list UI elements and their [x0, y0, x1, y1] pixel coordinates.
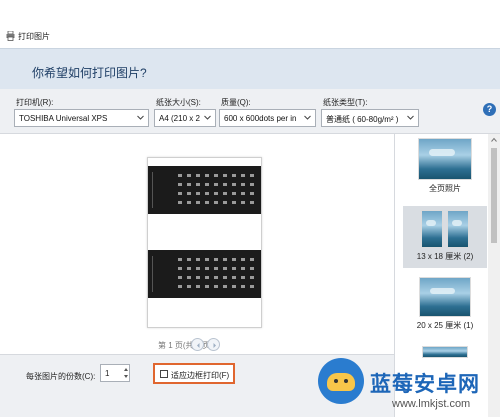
chevron-right-icon [213, 343, 216, 348]
paper-type-label: 纸张类型(T): [323, 98, 368, 107]
chevron-down-icon [407, 115, 414, 120]
next-page-button[interactable] [207, 338, 220, 351]
help-icon[interactable]: ? [483, 103, 496, 116]
paper-size-select[interactable]: A4 (210 x 2 [154, 109, 216, 127]
layout-label: 13 x 18 厘米 (2) [416, 252, 474, 261]
copies-value: 1 [105, 369, 110, 378]
layout-thumbnail [418, 138, 472, 180]
layout-scrollbar[interactable] [488, 134, 500, 417]
watermark-logo [318, 358, 364, 404]
checkbox-box[interactable] [160, 370, 168, 378]
chevron-left-icon [197, 343, 200, 348]
fit-to-frame-label: 适应边框打印(F) [171, 371, 230, 380]
layout-thumb-part [447, 210, 469, 248]
chevron-down-icon [304, 115, 311, 120]
printer-label: 打印机(R): [16, 98, 54, 107]
quality-select[interactable]: 600 x 600dots per in [219, 109, 316, 127]
scroll-up-icon[interactable] [491, 137, 497, 143]
preview-page [147, 157, 262, 328]
header-banner: 你希望如何打印图片? [0, 48, 500, 89]
previous-page-button[interactable] [191, 338, 204, 351]
layout-thumbnail [419, 277, 471, 317]
copies-label: 每张图片的份数(C): [26, 372, 96, 381]
paper-type-select[interactable]: 普通纸 ( 60-80g/m² ) [321, 109, 419, 127]
printer-select[interactable]: TOSHIBA Universal XPS [14, 109, 149, 127]
fit-to-frame-checkbox[interactable]: 适应边框打印(F) [153, 363, 235, 384]
layout-thumbnail [422, 346, 468, 358]
layout-item-partial[interactable] [403, 346, 487, 366]
title-bar: 打印图片 [0, 0, 500, 48]
paper-type-value: 普通纸 ( 60-80g/m² ) [326, 115, 399, 124]
layout-item-20x25[interactable]: 20 x 25 厘米 (1) [403, 274, 487, 336]
quality-label: 质量(Q): [221, 98, 251, 107]
window-top-strip [0, 0, 500, 18]
printer-icon [6, 31, 15, 41]
preview-photo [148, 250, 261, 298]
watermark-mascot [327, 373, 355, 391]
page-title: 你希望如何打印图片? [32, 66, 147, 80]
chevron-down-icon [137, 115, 144, 120]
layout-label: 全页照片 [429, 184, 461, 193]
layout-item-13x18[interactable]: 13 x 18 厘米 (2) [403, 206, 487, 268]
preview-photo [148, 166, 261, 214]
photo-grid [176, 172, 256, 207]
copies-stepper[interactable]: 1 [100, 364, 130, 382]
paper-size-label: 纸张大小(S): [156, 98, 201, 107]
layout-label: 20 x 25 厘米 (1) [416, 321, 474, 330]
photo-grid [176, 256, 256, 291]
layout-item-full-page[interactable]: 全页照片 [403, 136, 487, 198]
chevron-down-icon [204, 115, 211, 120]
watermark-title: 蓝莓安卓网 [370, 373, 480, 396]
window-title: 打印图片 [18, 32, 50, 41]
print-options-toolbar: 打印机(R): TOSHIBA Universal XPS 纸张大小(S): A… [0, 89, 500, 134]
layout-thumb-part [421, 210, 443, 248]
photo-detail [152, 256, 168, 292]
photo-detail [152, 172, 168, 208]
quality-value: 600 x 600dots per in [224, 114, 297, 123]
scrollbar-thumb[interactable] [491, 148, 497, 243]
layout-thumbnail [403, 206, 487, 248]
paper-size-value: A4 (210 x 2 [159, 114, 200, 123]
spin-arrows-icon[interactable] [123, 365, 129, 381]
watermark-url: www.lmkjst.com [392, 398, 471, 410]
printer-value: TOSHIBA Universal XPS [19, 114, 108, 123]
page-indicator: 第 1 页(共 1 页) [158, 341, 214, 350]
